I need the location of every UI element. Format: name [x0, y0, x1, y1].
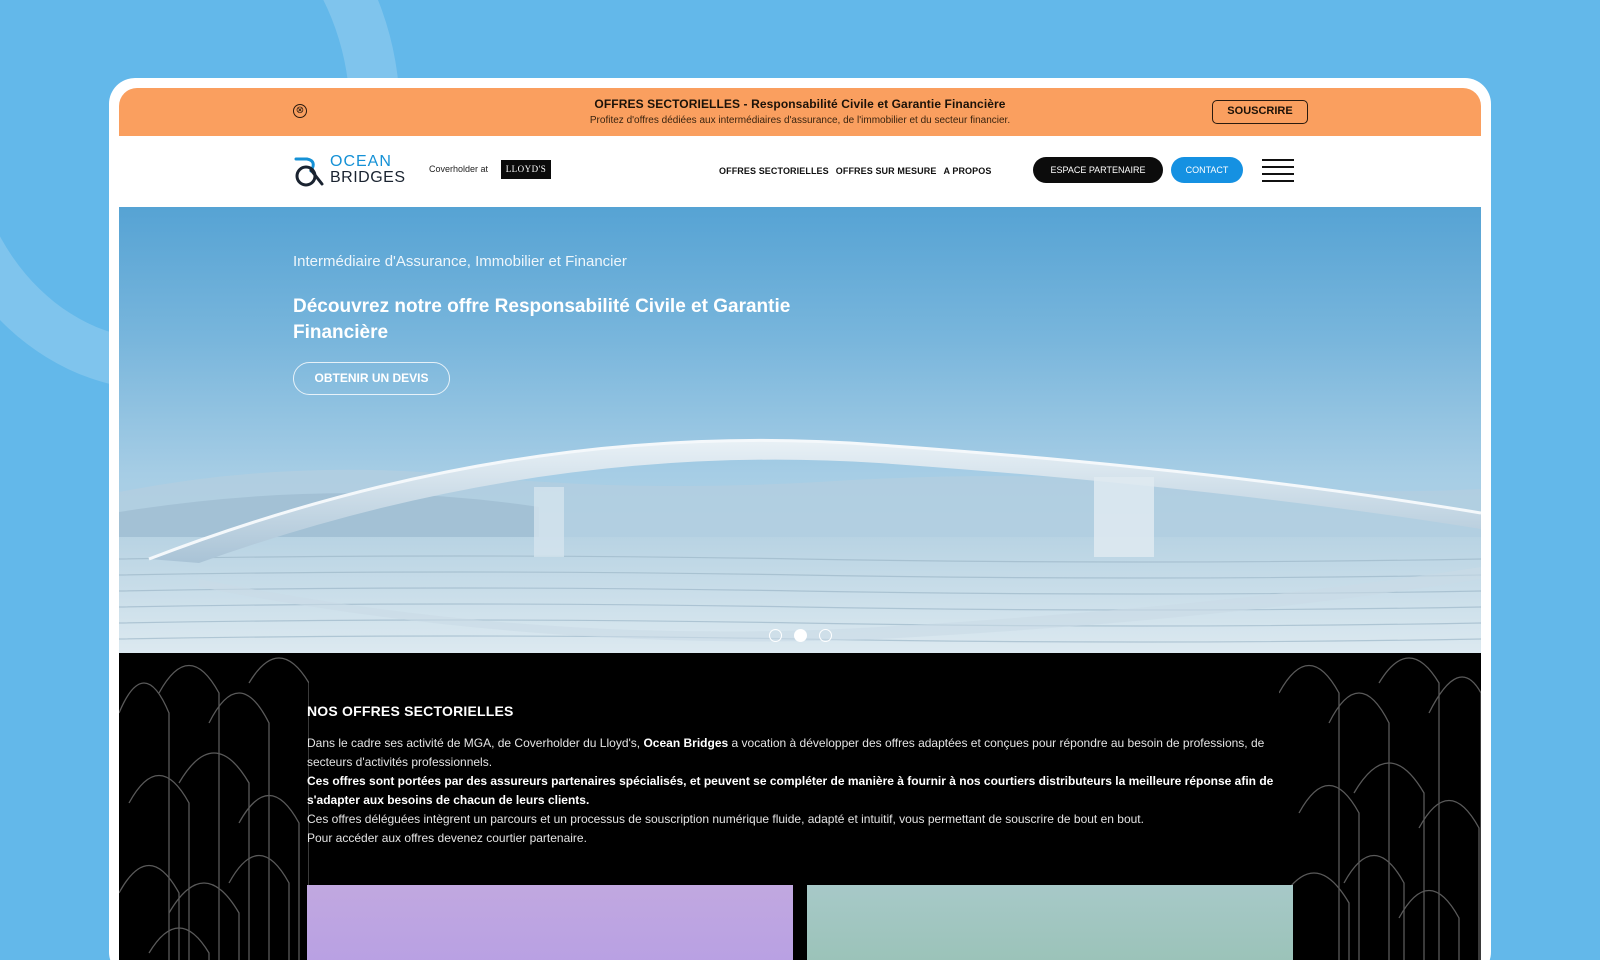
offers-paragraph-2: Ces offres sont portées par des assureur… — [307, 772, 1277, 810]
logo-mark-icon — [294, 157, 324, 187]
offer-card-2[interactable] — [807, 885, 1293, 960]
offers-paragraph-4: Pour accéder aux offres devenez courtier… — [307, 831, 587, 845]
subscribe-button[interactable]: SOUSCRIRE — [1212, 100, 1308, 124]
nav-offres-sectorielles[interactable]: OFFRES SECTORIELLES — [719, 166, 829, 176]
get-quote-button[interactable]: OBTENIR UN DEVIS — [293, 362, 450, 395]
offers-paragraph-1: Dans le cadre ses activité de MGA, de Co… — [307, 734, 1277, 772]
offers-bold-text: Ces offres sont portées par des assureur… — [307, 774, 1274, 807]
carousel-dot-2[interactable] — [794, 629, 807, 642]
hero-title: Découvrez notre offre Responsabilité Civ… — [293, 296, 791, 343]
hero-kicker: Intermédiaire d'Assurance, Immobilier et… — [293, 253, 627, 270]
hamburger-line — [1262, 159, 1294, 161]
hero-carousel: Intermédiaire d'Assurance, Immobilier et… — [119, 207, 1481, 653]
site-header: OCEAN BRIDGES Coverholder at LLOYD'S OFF… — [119, 136, 1481, 207]
carousel-dots — [769, 629, 832, 642]
contact-button[interactable]: CONTACT — [1171, 157, 1243, 183]
nav-offres-sur-mesure[interactable]: OFFRES SUR MESURE — [836, 166, 937, 176]
hamburger-menu-icon[interactable] — [1262, 159, 1294, 183]
offers-content: NOS OFFRES SECTORIELLES Dans le cadre se… — [307, 703, 1277, 848]
coverholder-label: Coverholder at — [429, 164, 489, 174]
offers-description: Dans le cadre ses activité de MGA, de Co… — [307, 734, 1277, 848]
hero-bridge-image — [119, 438, 1481, 653]
carousel-dot-1[interactable] — [769, 629, 782, 642]
arch-pattern-left — [119, 657, 309, 960]
promo-banner: ⊗ OFFRES SECTORIELLES - Responsabilité C… — [119, 88, 1481, 136]
offers-brand-name: Ocean Bridges — [643, 736, 729, 750]
arch-pattern-right — [1279, 657, 1481, 960]
hamburger-line — [1262, 166, 1294, 168]
logo-text-bridges: BRIDGES — [330, 169, 406, 186]
carousel-dot-3[interactable] — [819, 629, 832, 642]
main-nav: OFFRES SECTORIELLES OFFRES SUR MESURE A … — [719, 166, 991, 176]
lloyds-badge: LLOYD'S — [501, 160, 551, 179]
nav-a-propos[interactable]: A PROPOS — [943, 166, 991, 176]
offers-text-span: Dans le cadre ses activité de MGA, de Co… — [307, 736, 644, 750]
partner-space-button[interactable]: ESPACE PARTENAIRE — [1033, 157, 1163, 183]
device-frame: ⊗ OFFRES SECTORIELLES - Responsabilité C… — [109, 78, 1491, 960]
offers-title: NOS OFFRES SECTORIELLES — [307, 703, 514, 719]
logo[interactable]: OCEAN BRIDGES — [293, 153, 413, 191]
hamburger-line — [1262, 173, 1294, 175]
browser-viewport: ⊗ OFFRES SECTORIELLES - Responsabilité C… — [119, 88, 1481, 960]
hamburger-line — [1262, 180, 1294, 182]
offer-card-1[interactable] — [307, 885, 793, 960]
offers-paragraph-3: Ces offres déléguées intègrent un parcou… — [307, 812, 1144, 826]
offers-section: NOS OFFRES SECTORIELLES Dans le cadre se… — [119, 653, 1481, 960]
